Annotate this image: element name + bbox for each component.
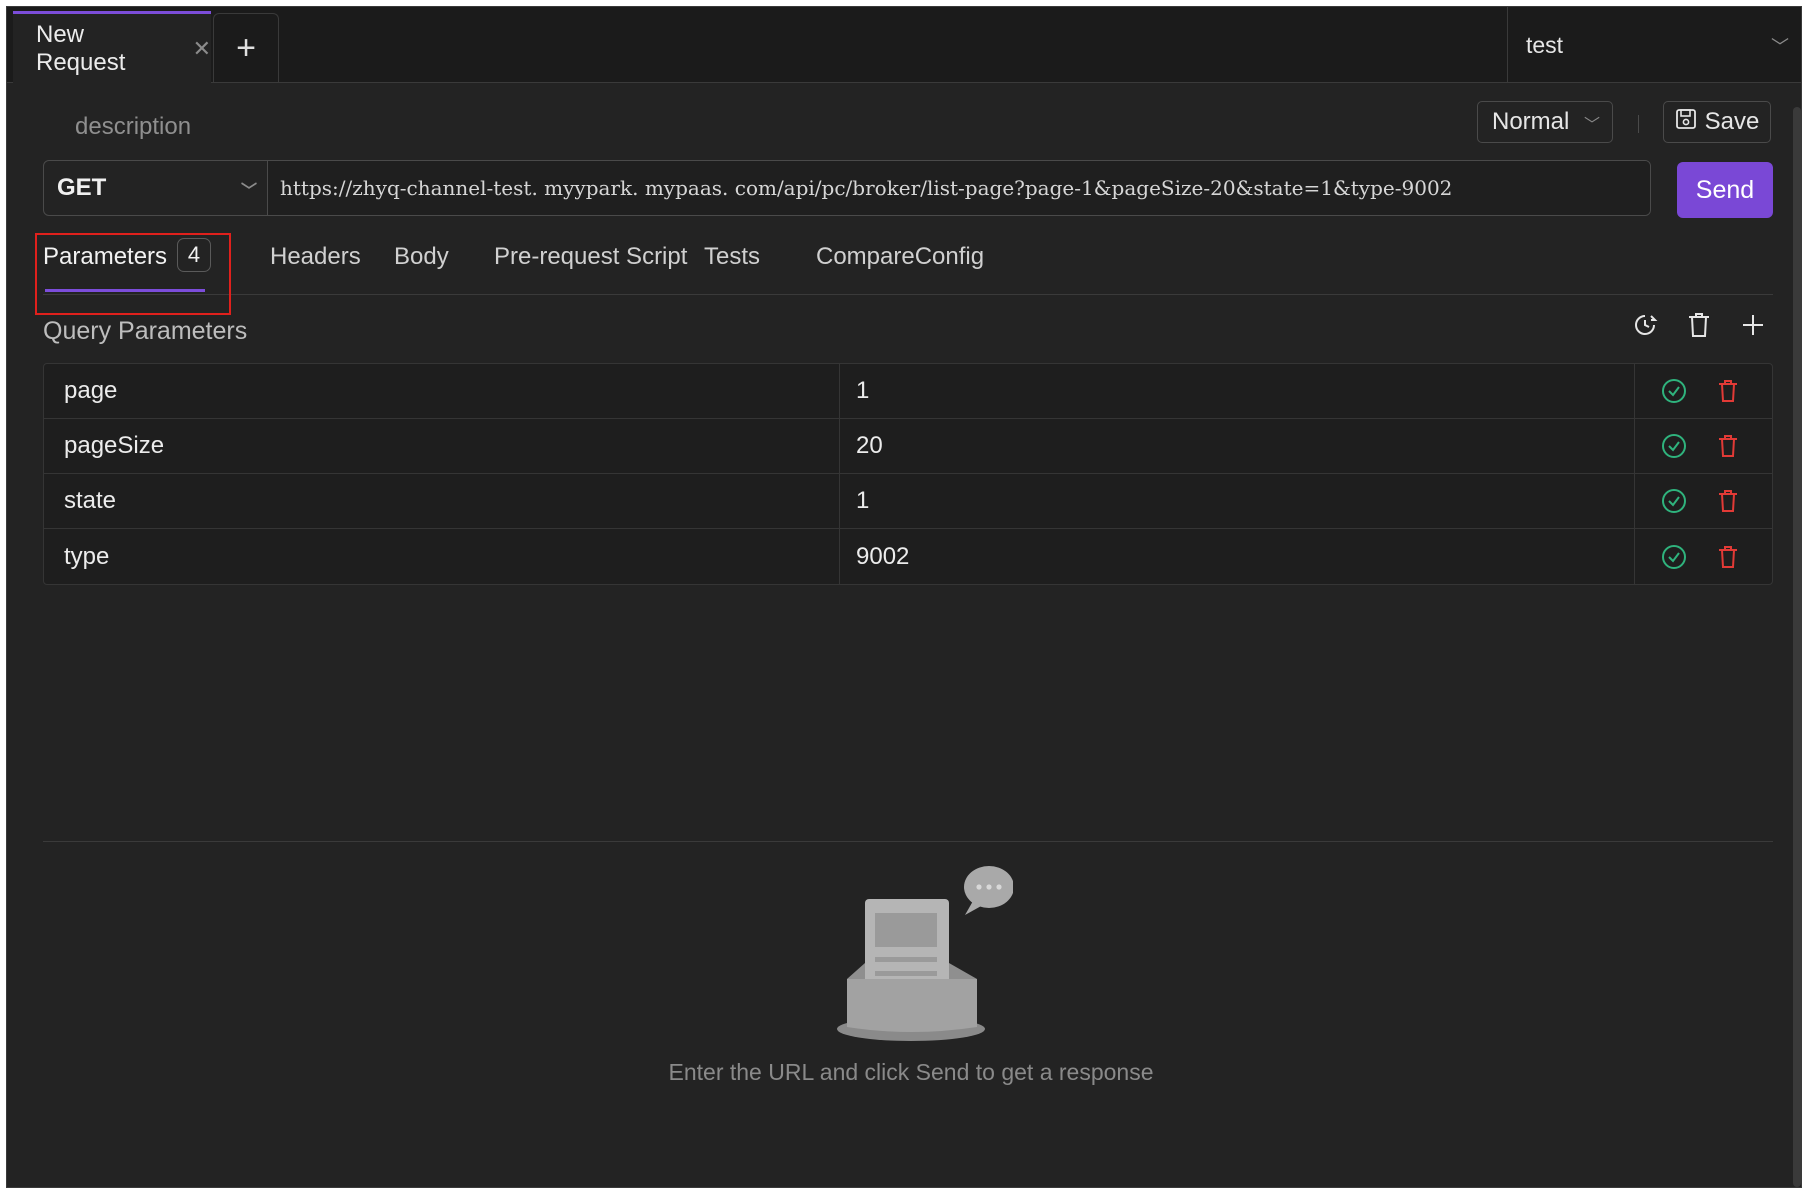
tab-pre-request-script[interactable]: Pre-request Script [494,243,687,271]
chevron-down-icon: ﹀ [240,183,257,200]
mode-value: Normal [1492,108,1570,135]
app-window: New Request ✕ + test ﹀ description Norma… [6,6,1802,1188]
trash-icon[interactable] [1713,542,1743,572]
check-circle-icon[interactable] [1659,486,1689,516]
highlight-annotation [35,233,231,315]
chevron-down-icon: ﹀ [1583,117,1600,134]
param-key[interactable]: pageSize [44,419,840,473]
param-key[interactable]: page [44,364,840,418]
response-divider [43,841,1773,842]
row-actions [1635,474,1772,528]
query-parameters-title: Query Parameters [43,317,248,345]
save-label: Save [1704,108,1760,135]
row-actions [1635,529,1772,584]
trash-icon[interactable] [1713,376,1743,406]
scrollbar[interactable] [1793,107,1801,1187]
param-value[interactable]: 1 [840,474,1635,528]
query-parameters-actions [1629,309,1769,341]
divider [1638,115,1639,133]
environment-value: test [1526,31,1564,58]
check-circle-icon[interactable] [1659,376,1689,406]
send-button[interactable]: Send [1677,162,1773,218]
description-field[interactable]: description [75,113,191,141]
table-row: state 1 [44,474,1772,529]
url-input[interactable]: https://zhyq-channel-test. myypark. mypa… [268,161,1650,215]
add-tab-button[interactable]: + [213,13,279,83]
chevron-down-icon: ﹀ [1771,37,1789,57]
param-key[interactable]: state [44,474,840,528]
row-actions [1635,419,1772,473]
request-bar: GET ﹀ https://zhyq-channel-test. myypark… [43,160,1651,216]
empty-inbox-illustration [833,859,1014,1054]
environment-select[interactable]: test ﹀ [1507,7,1801,83]
method-select[interactable]: GET ﹀ [44,161,268,215]
trash-icon[interactable] [1683,309,1715,341]
tab-headers[interactable]: Headers [270,243,361,271]
table-row: pageSize 20 [44,419,1772,474]
save-button[interactable]: Save [1663,101,1771,143]
check-circle-icon[interactable] [1659,542,1689,572]
tab-label: New Request [36,20,126,76]
trash-icon[interactable] [1713,431,1743,461]
mode-select[interactable]: Normal ﹀ [1477,101,1613,143]
row-actions [1635,364,1772,418]
tab-body[interactable]: Body [394,243,449,271]
tab-tests[interactable]: Tests [704,243,760,271]
param-value[interactable]: 1 [840,364,1635,418]
param-value[interactable]: 9002 [840,529,1635,584]
param-key[interactable]: type [44,529,840,584]
tab-new-request[interactable]: New Request ✕ [13,11,211,83]
history-icon[interactable] [1629,309,1661,341]
empty-response-message: Enter the URL and click Send to get a re… [668,1059,1154,1085]
close-icon[interactable]: ✕ [193,36,211,62]
table-row: page 1 [44,364,1772,419]
save-icon [1675,108,1697,137]
trash-icon[interactable] [1713,486,1743,516]
method-value: GET [57,174,107,201]
table-row: type 9002 [44,529,1772,584]
check-circle-icon[interactable] [1659,431,1689,461]
tab-compareconfig[interactable]: CompareConfig [816,243,984,271]
param-value[interactable]: 20 [840,419,1635,473]
request-subtabs: Parameters 4 Headers Body Pre-request Scr… [43,231,1773,295]
plus-icon[interactable] [1737,309,1769,341]
tab-bar: New Request ✕ + test ﹀ [7,7,1801,83]
parameters-table: page 1 pageSize 20 state 1 type 9002 [43,363,1773,585]
